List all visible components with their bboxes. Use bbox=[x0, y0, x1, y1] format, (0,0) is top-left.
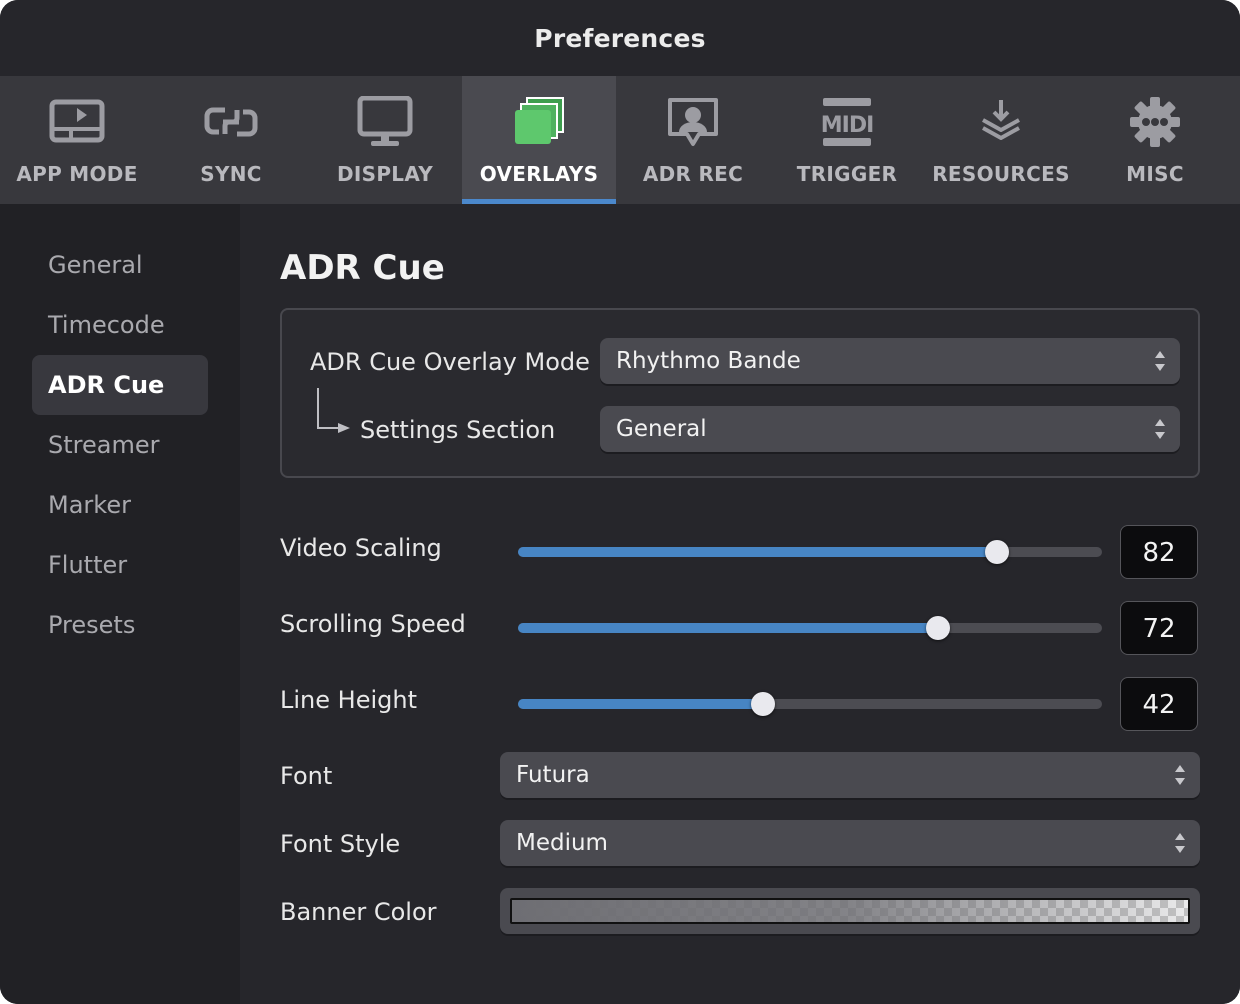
font-style-value: Medium bbox=[516, 830, 608, 856]
video-scaling-slider[interactable] bbox=[518, 540, 1102, 564]
sidebar-item-general[interactable]: General bbox=[32, 235, 208, 295]
select-arrows-icon bbox=[1155, 419, 1165, 439]
tab-label: MISC bbox=[1126, 162, 1184, 186]
display-icon bbox=[357, 96, 413, 146]
settings-section-select[interactable]: General bbox=[600, 406, 1180, 452]
settings-section-value: General bbox=[616, 416, 707, 442]
line-height-fill bbox=[518, 699, 764, 709]
line-height-slider[interactable] bbox=[518, 692, 1102, 716]
tab-trigger[interactable]: MIDI TRIGGER bbox=[770, 76, 924, 204]
tab-label: TRIGGER bbox=[796, 162, 898, 186]
sidebar-item-presets[interactable]: Presets bbox=[32, 595, 208, 655]
adr-rec-icon bbox=[668, 98, 718, 146]
window-title: Preferences bbox=[0, 0, 1240, 76]
tab-app-mode[interactable]: APP MODE bbox=[0, 76, 154, 204]
video-scaling-thumb[interactable] bbox=[984, 540, 1009, 564]
midi-icon: MIDI bbox=[821, 98, 874, 146]
svg-text:MIDI: MIDI bbox=[821, 113, 874, 138]
tab-adr-rec[interactable]: ADR REC bbox=[616, 76, 770, 204]
sidebar-item-streamer[interactable]: Streamer bbox=[32, 415, 208, 475]
video-scaling-value[interactable]: 82 bbox=[1120, 525, 1198, 579]
line-height-thumb[interactable] bbox=[751, 692, 776, 716]
font-value: Futura bbox=[516, 762, 590, 788]
scrolling-speed-thumb[interactable] bbox=[926, 616, 951, 640]
font-select[interactable]: Futura bbox=[500, 752, 1200, 798]
sidebar-item-adr-cue[interactable]: ADR Cue bbox=[32, 355, 208, 415]
banner-color-well[interactable] bbox=[500, 888, 1200, 934]
line-height-value[interactable]: 42 bbox=[1120, 677, 1198, 731]
tab-resources[interactable]: RESOURCES bbox=[924, 76, 1078, 204]
overlay-mode-label: ADR Cue Overlay Mode bbox=[310, 348, 590, 376]
sync-icon bbox=[204, 107, 258, 137]
settings-section-label: Settings Section bbox=[360, 416, 556, 444]
tab-sync[interactable]: SYNC bbox=[154, 76, 308, 204]
tab-label: RESOURCES bbox=[932, 162, 1070, 186]
font-label: Font bbox=[280, 762, 333, 790]
tab-misc[interactable]: MISC bbox=[1078, 76, 1232, 204]
resources-icon bbox=[982, 100, 1020, 140]
sidebar-item-marker[interactable]: Marker bbox=[32, 475, 208, 535]
font-style-select[interactable]: Medium bbox=[500, 820, 1200, 866]
scrolling-speed-fill bbox=[518, 623, 939, 633]
video-scaling-label: Video Scaling bbox=[280, 534, 442, 562]
overlay-mode-value: Rhythmo Bande bbox=[616, 348, 801, 374]
preferences-toolbar: APP MODE SYNC DISPLAY OVERLAYS ADR REC M… bbox=[0, 76, 1240, 204]
scrolling-speed-value[interactable]: 72 bbox=[1120, 601, 1198, 655]
app-mode-icon bbox=[49, 99, 105, 143]
sidebar-item-timecode[interactable]: Timecode bbox=[32, 295, 208, 355]
gear-icon bbox=[1130, 97, 1180, 147]
sidebar: General Timecode ADR Cue Streamer Marker… bbox=[0, 204, 240, 1004]
overlays-icon bbox=[515, 97, 564, 144]
banner-color-swatch bbox=[510, 898, 1190, 924]
settings-panel: ADR Cue ADR Cue Overlay Mode Rhythmo Ban… bbox=[240, 204, 1240, 1004]
banner-color-label: Banner Color bbox=[280, 898, 437, 926]
tab-label: OVERLAYS bbox=[479, 162, 599, 186]
line-height-label: Line Height bbox=[280, 686, 417, 714]
tab-overlays[interactable]: OVERLAYS bbox=[462, 76, 616, 204]
tab-display[interactable]: DISPLAY bbox=[308, 76, 462, 204]
overlay-mode-group: ADR Cue Overlay Mode Rhythmo Bande Setti… bbox=[280, 308, 1200, 478]
scrolling-speed-label: Scrolling Speed bbox=[280, 610, 466, 638]
preferences-window: Preferences APP MODE SYNC DISPLAY OVERLA… bbox=[0, 0, 1240, 1004]
sidebar-item-flutter[interactable]: Flutter bbox=[32, 535, 208, 595]
select-arrows-icon bbox=[1155, 351, 1165, 371]
tab-label: SYNC bbox=[200, 162, 262, 186]
select-arrows-icon bbox=[1175, 765, 1185, 785]
video-scaling-fill bbox=[518, 547, 997, 557]
overlay-mode-select[interactable]: Rhythmo Bande bbox=[600, 338, 1180, 384]
tab-label: DISPLAY bbox=[337, 162, 433, 186]
select-arrows-icon bbox=[1175, 833, 1185, 853]
page-title: ADR Cue bbox=[280, 248, 445, 288]
tab-label: APP MODE bbox=[16, 162, 138, 186]
scrolling-speed-slider[interactable] bbox=[518, 616, 1102, 640]
tab-label: ADR REC bbox=[642, 162, 744, 186]
font-style-label: Font Style bbox=[280, 830, 401, 858]
sub-setting-arrow-icon bbox=[317, 388, 350, 433]
